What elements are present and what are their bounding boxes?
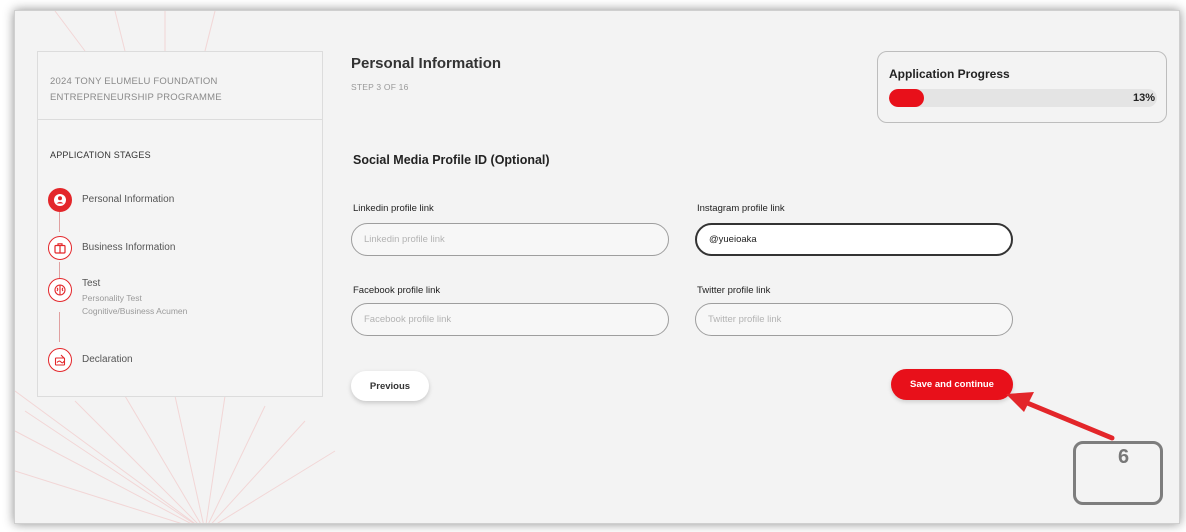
stages-heading: APPLICATION STAGES [50, 150, 151, 160]
annotation-arrow-icon [1006, 392, 1115, 441]
instagram-label: Instagram profile link [697, 203, 785, 214]
facebook-label: Facebook profile link [353, 285, 441, 296]
linkedin-input[interactable] [351, 223, 669, 256]
brain-icon [48, 278, 72, 302]
instagram-input[interactable] [695, 223, 1013, 256]
stage-label: Personal Information [82, 194, 175, 205]
progress-title: Application Progress [889, 67, 1010, 81]
stage-sublabel: Cognitive/Business Acumen [82, 306, 188, 316]
user-icon [48, 188, 72, 212]
application-progress-card: Application Progress 13% [877, 51, 1167, 123]
stage-label: Test [82, 278, 101, 289]
facebook-input[interactable] [351, 303, 669, 336]
save-and-continue-button[interactable]: Save and continue [891, 369, 1013, 400]
twitter-label: Twitter profile link [697, 285, 771, 296]
previous-button[interactable]: Previous [351, 371, 429, 401]
stage-personal-information[interactable]: Personal Information [48, 188, 174, 212]
badge-number: 6 [1118, 446, 1130, 468]
stage-test[interactable]: Test Personality Test Cognitive/Business… [48, 278, 187, 318]
stage-label: Business Information [82, 242, 176, 253]
stage-connector [59, 212, 60, 232]
progress-bar-fill [889, 89, 924, 107]
document-sign-icon [48, 348, 72, 372]
application-stages-sidebar: 2024 TONY ELUMELU FOUNDATION ENTREPRENEU… [37, 51, 323, 397]
stage-business-information[interactable]: Business Information [48, 236, 175, 260]
section-title: Social Media Profile ID (Optional) [353, 153, 550, 167]
program-title-line2: ENTREPRENEURSHIP PROGRAMME [50, 92, 222, 103]
step-indicator: STEP 3 OF 16 [351, 82, 409, 92]
briefcase-icon [48, 236, 72, 260]
stage-declaration[interactable]: Declaration [48, 348, 133, 372]
stage-sublabel: Personality Test [82, 293, 142, 303]
progress-bar [889, 89, 1157, 107]
program-title: 2024 TONY ELUMELU FOUNDATION ENTREPRENEU… [38, 52, 322, 120]
page-title: Personal Information [351, 55, 502, 72]
step-number-badge: 6 [1073, 441, 1163, 505]
application-window: 2024 TONY ELUMELU FOUNDATION ENTREPRENEU… [14, 10, 1180, 524]
twitter-input[interactable] [695, 303, 1013, 336]
linkedin-label: Linkedin profile link [353, 203, 434, 214]
progress-percent: 13% [1132, 92, 1155, 104]
program-title-line1: 2024 TONY ELUMELU FOUNDATION [50, 76, 218, 87]
stage-label: Declaration [82, 354, 133, 365]
